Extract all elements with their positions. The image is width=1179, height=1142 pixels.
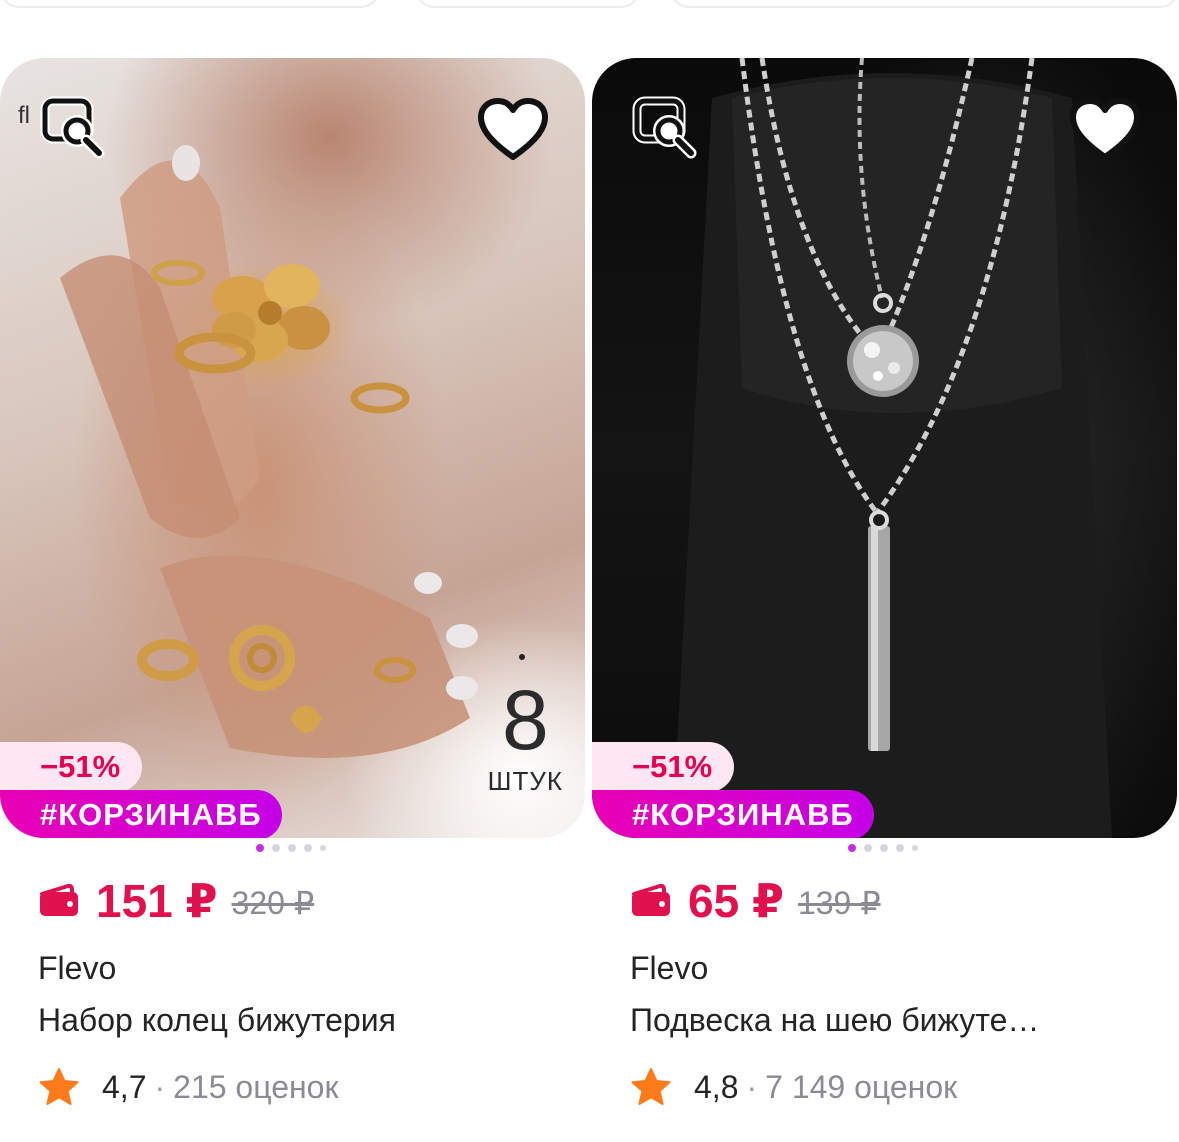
- top-filter-strip: [0, 0, 1179, 10]
- search-similar-button[interactable]: [628, 94, 700, 166]
- gallery-dot: [288, 844, 296, 852]
- filter-pill[interactable]: [670, 0, 1179, 8]
- wallet-icon: [38, 883, 80, 918]
- price-row: 65 ₽ 139 ₽: [630, 873, 881, 929]
- discount-badge: −51%: [592, 742, 735, 792]
- rating-separator: ·: [154, 1068, 166, 1105]
- star-icon: [630, 1066, 672, 1108]
- gallery-dot-active: [256, 844, 264, 852]
- wallet-icon: [630, 883, 672, 918]
- gallery-dot: [272, 844, 280, 852]
- rating-value: 4,8: [694, 1068, 739, 1105]
- gallery-dot: [864, 844, 872, 852]
- rating-row: 4,8 · 7 149 оценок: [630, 1066, 957, 1108]
- discount-badge: −51%: [0, 742, 143, 792]
- search-similar-button[interactable]: [36, 94, 108, 166]
- promo-badge[interactable]: #КОРЗИНАВБ: [0, 790, 282, 838]
- price-current: 65 ₽: [688, 875, 784, 927]
- filter-pill[interactable]: [415, 0, 640, 8]
- pack-quantity-label: 8 штук: [488, 678, 563, 797]
- rating-separator: ·: [746, 1068, 758, 1105]
- promo-badge[interactable]: #КОРЗИНАВБ: [592, 790, 874, 838]
- heart-icon: [1069, 97, 1141, 168]
- product-brand[interactable]: Flevo: [630, 950, 708, 987]
- star-icon: [38, 1066, 80, 1108]
- gallery-dot: [912, 845, 918, 851]
- gallery-indicator: [848, 844, 918, 852]
- product-card[interactable]: −51% #КОРЗИНАВБ 65 ₽ 139 ₽ Flevo Подвеск…: [592, 58, 1177, 1142]
- gallery-dot: [320, 845, 326, 851]
- rating-value: 4,7: [102, 1068, 147, 1105]
- necklace-illustration: [672, 58, 1112, 838]
- image-search-icon: [39, 95, 105, 166]
- reviews-count[interactable]: 7 149 оценок: [765, 1069, 957, 1106]
- product-photo[interactable]: −51% #КОРЗИНАВБ: [592, 58, 1177, 838]
- price-current: 151 ₽: [96, 875, 218, 927]
- heart-icon: [477, 97, 549, 168]
- filter-pill[interactable]: [0, 0, 380, 8]
- price-row: 151 ₽ 320 ₽: [38, 873, 314, 929]
- gallery-dot-active: [848, 844, 856, 852]
- favorite-button[interactable]: [1067, 94, 1143, 170]
- pack-quantity-number: 8: [501, 673, 549, 767]
- pack-quantity-unit: штук: [487, 766, 563, 796]
- qty-decor-dot: [519, 654, 525, 660]
- gallery-dot: [880, 844, 888, 852]
- product-photo[interactable]: fl 8 штук −51% #КОРЗИНАВБ: [0, 58, 585, 838]
- rating-row: 4,7 · 215 оценок: [38, 1066, 338, 1108]
- photo-brand-fragment: fl: [18, 102, 30, 129]
- product-title[interactable]: Подвеска на шею бижуте…: [630, 1002, 1170, 1039]
- product-title[interactable]: Набор колец бижутерия: [38, 1002, 578, 1039]
- gallery-dot: [896, 844, 904, 852]
- price-old: 139 ₽: [797, 885, 881, 921]
- price-old: 320 ₽: [231, 885, 315, 921]
- product-card[interactable]: fl 8 штук −51% #КОРЗИНАВБ: [0, 58, 585, 1142]
- image-search-icon: [631, 95, 697, 166]
- gallery-indicator: [256, 844, 326, 852]
- gallery-dot: [304, 844, 312, 852]
- reviews-count[interactable]: 215 оценок: [173, 1069, 338, 1106]
- favorite-button[interactable]: [475, 94, 551, 170]
- product-brand[interactable]: Flevo: [38, 950, 116, 987]
